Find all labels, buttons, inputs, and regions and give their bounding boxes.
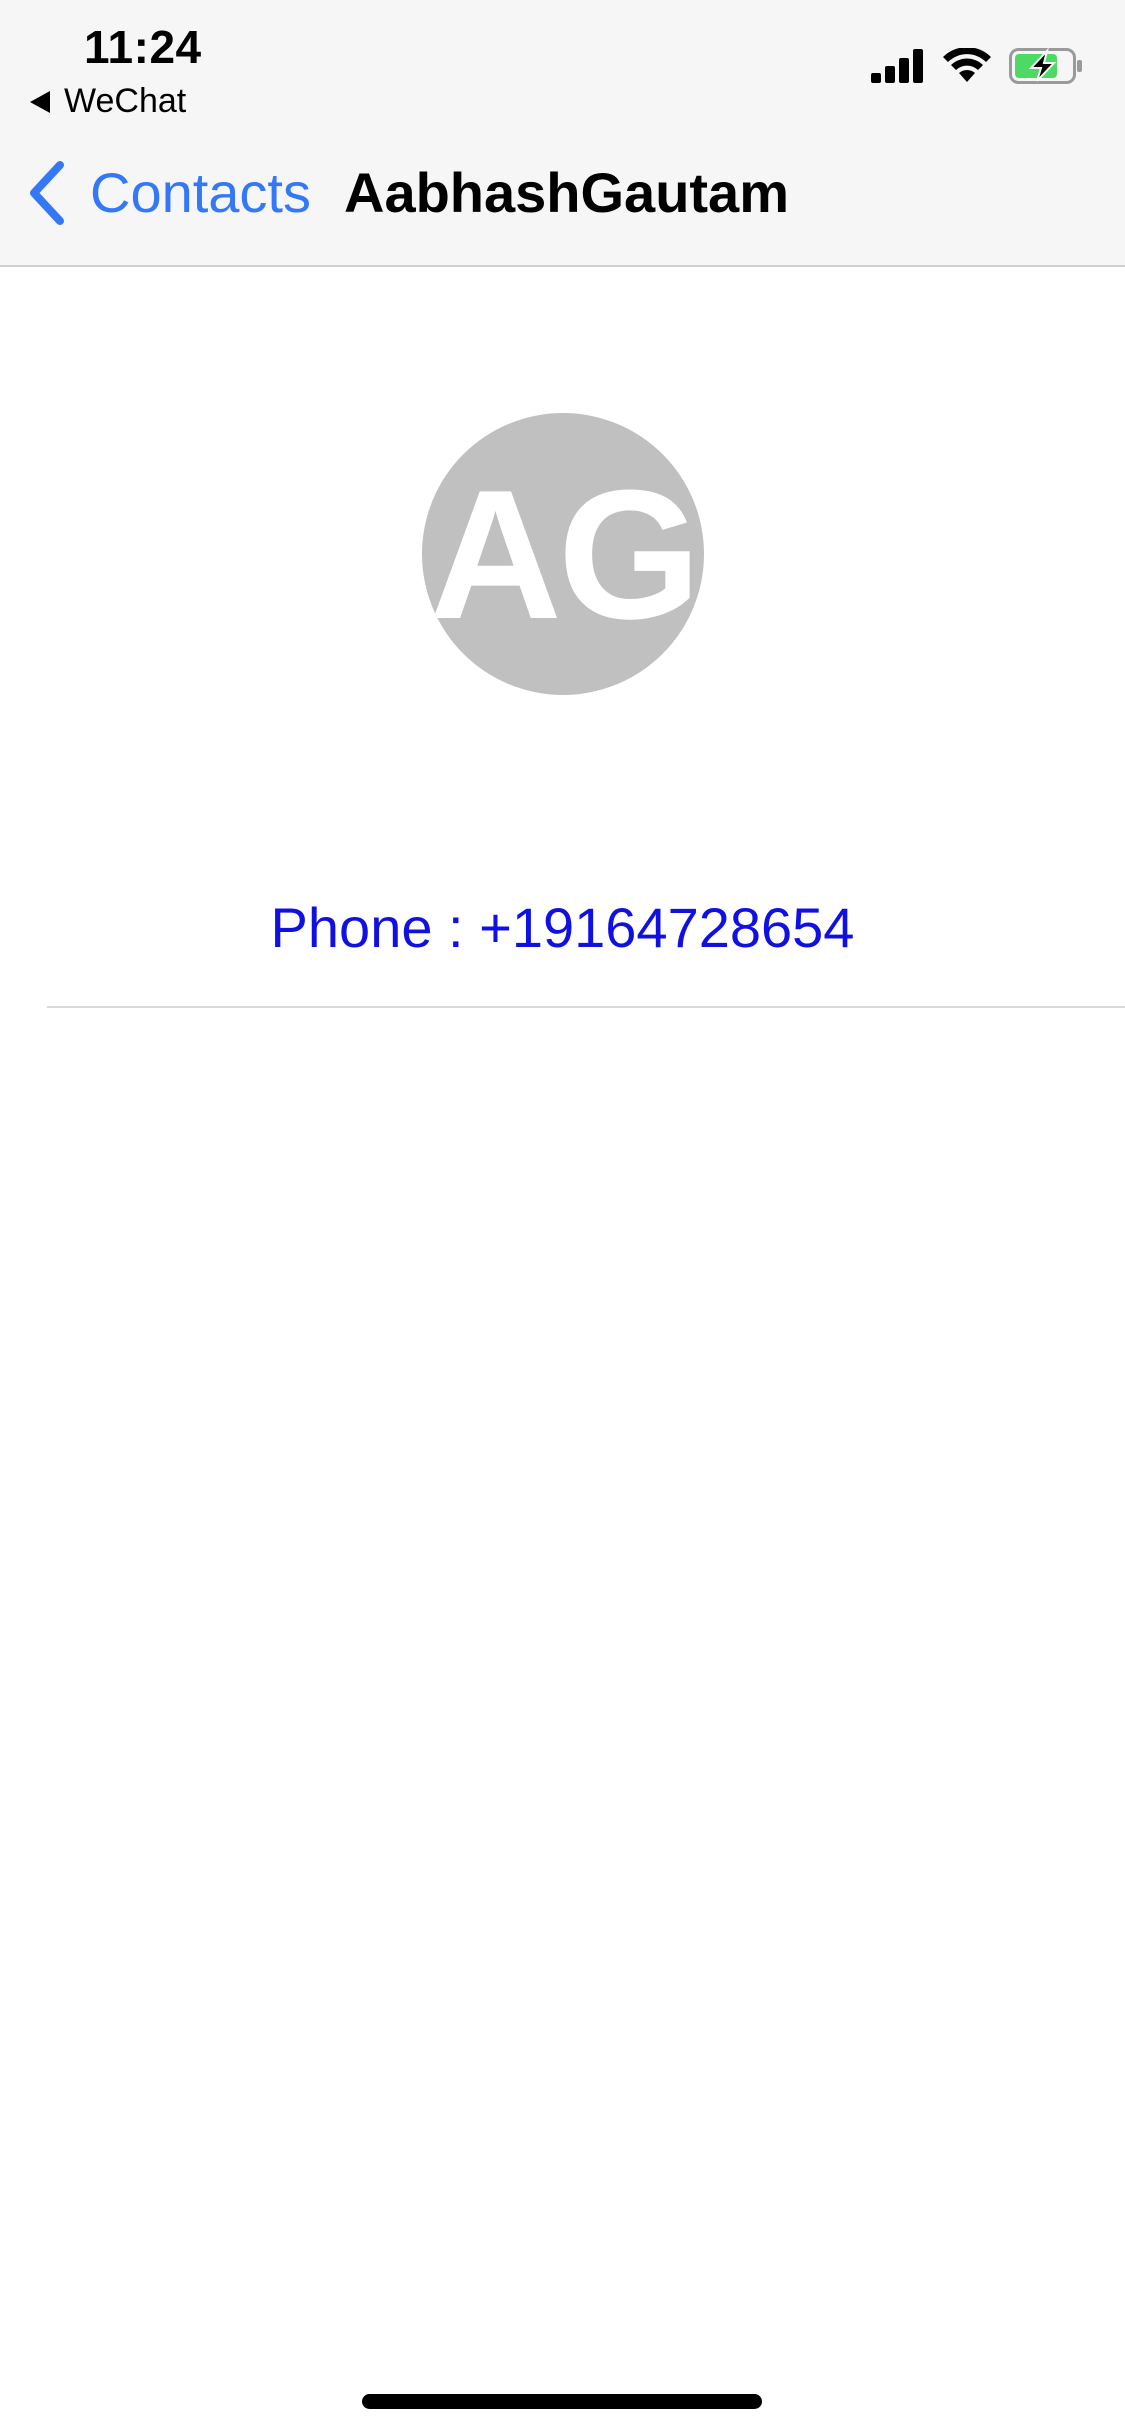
cellular-signal-icon <box>871 49 923 83</box>
divider <box>47 1006 1125 1008</box>
top-bar: 11:24 WeChat Contacts AabhashGautam <box>0 0 1125 267</box>
back-button[interactable]: Contacts <box>26 160 311 225</box>
chevron-left-icon <box>30 160 64 225</box>
back-triangle-icon <box>30 90 50 113</box>
status-icons <box>871 48 1083 84</box>
phone-number-link[interactable]: Phone : +19164728654 <box>0 895 1125 960</box>
avatar-initials: AG <box>429 451 701 657</box>
page-title: AabhashGautam <box>344 161 789 224</box>
back-label: Contacts <box>90 161 311 224</box>
home-indicator[interactable] <box>362 2394 762 2409</box>
return-app-label: WeChat <box>64 82 187 120</box>
avatar: AG <box>422 413 704 695</box>
return-to-app-button[interactable]: WeChat <box>30 82 186 121</box>
wifi-icon <box>943 48 991 82</box>
battery-charging-icon <box>1009 48 1082 84</box>
status-time: 11:24 <box>84 21 202 73</box>
